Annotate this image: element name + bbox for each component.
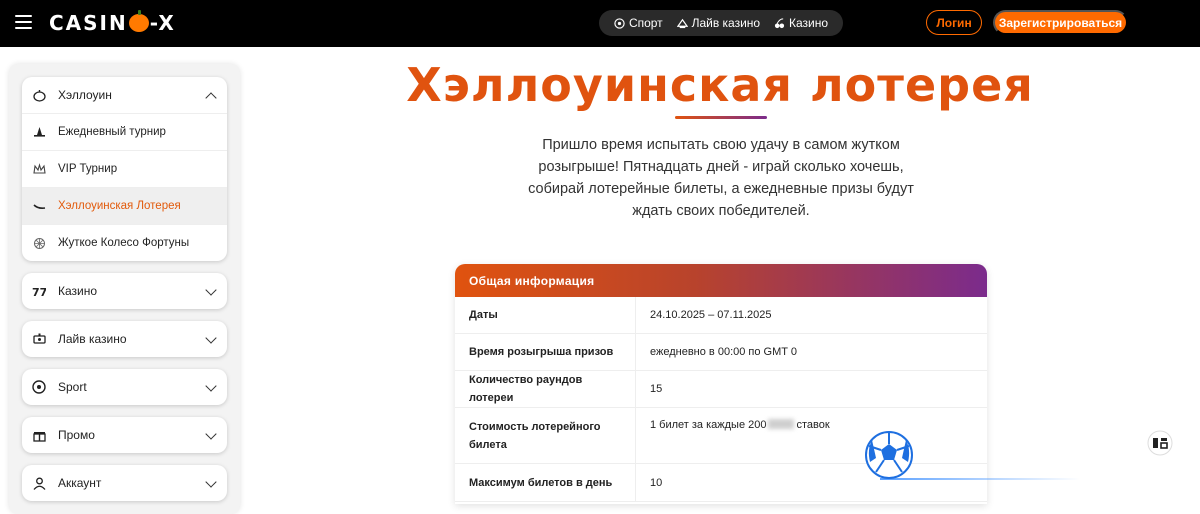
sidebar-group-sport: Sport: [22, 369, 227, 405]
chat-widget-icon[interactable]: [1140, 425, 1180, 461]
sidebar-group-promo-header[interactable]: Промо: [22, 417, 227, 453]
witch-hat-icon: [32, 125, 46, 139]
crown-icon: [32, 162, 46, 176]
table-row: Даты 24.10.2025 – 07.11.2025: [455, 297, 987, 334]
register-button[interactable]: Зарегистрироваться: [993, 10, 1128, 35]
sidebar-item-label: Ежедневный турнир: [58, 126, 166, 138]
row-value: 10: [650, 476, 663, 489]
row-value-prefix: 1 билет за каждые 200: [650, 419, 767, 431]
chevron-down-icon[interactable]: [205, 380, 217, 392]
sidebar-group-sport-header[interactable]: Sport: [22, 369, 227, 405]
broom-icon: [32, 199, 46, 213]
sidebar-group-account-header[interactable]: Аккаунт: [22, 465, 227, 501]
sidebar-item-daily-tournament[interactable]: Ежедневный турнир: [22, 113, 227, 150]
menu-icon[interactable]: [15, 15, 32, 29]
logo-text-suffix: -X: [149, 11, 176, 35]
logo-text: CASIN: [49, 11, 128, 35]
wheel-icon: [32, 236, 46, 250]
top-bar: CASIN -X Спорт Лайв казино Казино Логин З…: [0, 0, 1200, 47]
cherries-icon: [774, 17, 785, 28]
soccer-ball-icon: [865, 431, 913, 479]
gift-icon: [32, 428, 46, 442]
nav-sport[interactable]: Спорт: [614, 16, 663, 30]
sidebar-group-label: Аккаунт: [58, 476, 102, 490]
login-button[interactable]: Логин: [926, 10, 982, 35]
pumpkin-icon: [32, 88, 46, 102]
sidebar-group-halloween: Хэллоуин Ежедневный турнир VIP Турнир Хэ…: [22, 77, 227, 261]
sidebar-item-label: Хэллоуинская Лотерея: [58, 200, 181, 212]
row-key: Стоимость лотерейного билета: [455, 408, 636, 463]
sidebar-group-promo: Промо: [22, 417, 227, 453]
title-underline: [675, 116, 767, 119]
nav-casino-label: Казино: [789, 16, 829, 30]
page-title: Хэллоуинская лотерея: [406, 58, 1034, 112]
sidebar-group-label: Хэллоуин: [58, 88, 112, 102]
chevron-down-icon[interactable]: [205, 284, 217, 296]
blurred-currency: [768, 419, 795, 429]
intro-text: Пришло время испытать свою удачу в самом…: [528, 137, 914, 219]
page-title-wrap: Хэллоуинская лотерея: [240, 58, 1200, 112]
sidebar-group-label: Sport: [58, 380, 87, 394]
sidebar-item-halloween-lottery[interactable]: Хэллоуинская Лотерея: [22, 187, 227, 224]
ball-icon: [32, 380, 46, 394]
row-key: Время розыгрыша призов: [455, 334, 636, 370]
soccer-icon: [614, 17, 625, 29]
chevron-up-icon[interactable]: [205, 92, 217, 104]
nav-sport-label: Спорт: [628, 16, 663, 30]
main-nav: Спорт Лайв казино Казино: [599, 10, 843, 36]
sidebar-group-live-casino: Лайв казино: [22, 321, 227, 357]
live-casino-icon: [676, 18, 688, 28]
logo[interactable]: CASIN -X: [49, 10, 176, 35]
nav-live-casino-label: Лайв казино: [691, 16, 761, 30]
sidebar-group-account: Аккаунт: [22, 465, 227, 501]
sidebar-group-label: Лайв казино: [58, 332, 127, 346]
info-card-title: Общая информация: [455, 264, 987, 297]
row-value: ежедневно в 00:00 по GMT 0: [650, 346, 797, 358]
row-value: 1 билет за каждые 200 ставок: [636, 408, 987, 463]
svg-text:77: 77: [32, 286, 46, 298]
sidebar-group-halloween-header[interactable]: Хэллоуин: [22, 77, 227, 113]
nav-casino[interactable]: Казино: [774, 16, 828, 30]
row-key: Даты: [455, 297, 636, 333]
pumpkin-logo-icon: [128, 10, 149, 32]
sidebar-item-wheel-of-fortune[interactable]: Жуткое Колесо Фортуны: [22, 224, 227, 261]
row-value: 15: [650, 383, 663, 395]
sidebar-item-label: Жуткое Колесо Фортуны: [58, 237, 190, 249]
row-value-suffix: ставок: [796, 419, 830, 431]
row-key: Максимум билетов в день: [455, 464, 636, 501]
table-row: Время розыгрыша призов ежедневно в 00:00…: [455, 334, 987, 371]
table-row: Количество раундов лотереи 15: [455, 371, 987, 408]
chevron-down-icon[interactable]: [205, 476, 217, 488]
nav-live-casino[interactable]: Лайв казино: [676, 16, 761, 30]
sidebar-group-casino: 77 Казино: [22, 273, 227, 309]
sidebar-group-label: Промо: [58, 428, 95, 442]
sidebar: Хэллоуин Ежедневный турнир VIP Турнир Хэ…: [9, 64, 240, 514]
slot-icon: 77: [32, 284, 46, 298]
sidebar-group-label: Казино: [58, 284, 98, 298]
dealer-icon: [32, 332, 46, 346]
chevron-down-icon[interactable]: [205, 428, 217, 440]
row-value: 24.10.2025 – 07.11.2025: [650, 309, 772, 321]
user-icon: [32, 476, 46, 490]
sidebar-group-live-casino-header[interactable]: Лайв казино: [22, 321, 227, 357]
sidebar-item-vip-tournament[interactable]: VIP Турнир: [22, 150, 227, 187]
row-key: Количество раундов лотереи: [455, 371, 636, 407]
chevron-down-icon[interactable]: [205, 332, 217, 344]
sidebar-group-casino-header[interactable]: 77 Казино: [22, 273, 227, 309]
sidebar-item-label: VIP Турнир: [58, 163, 118, 175]
